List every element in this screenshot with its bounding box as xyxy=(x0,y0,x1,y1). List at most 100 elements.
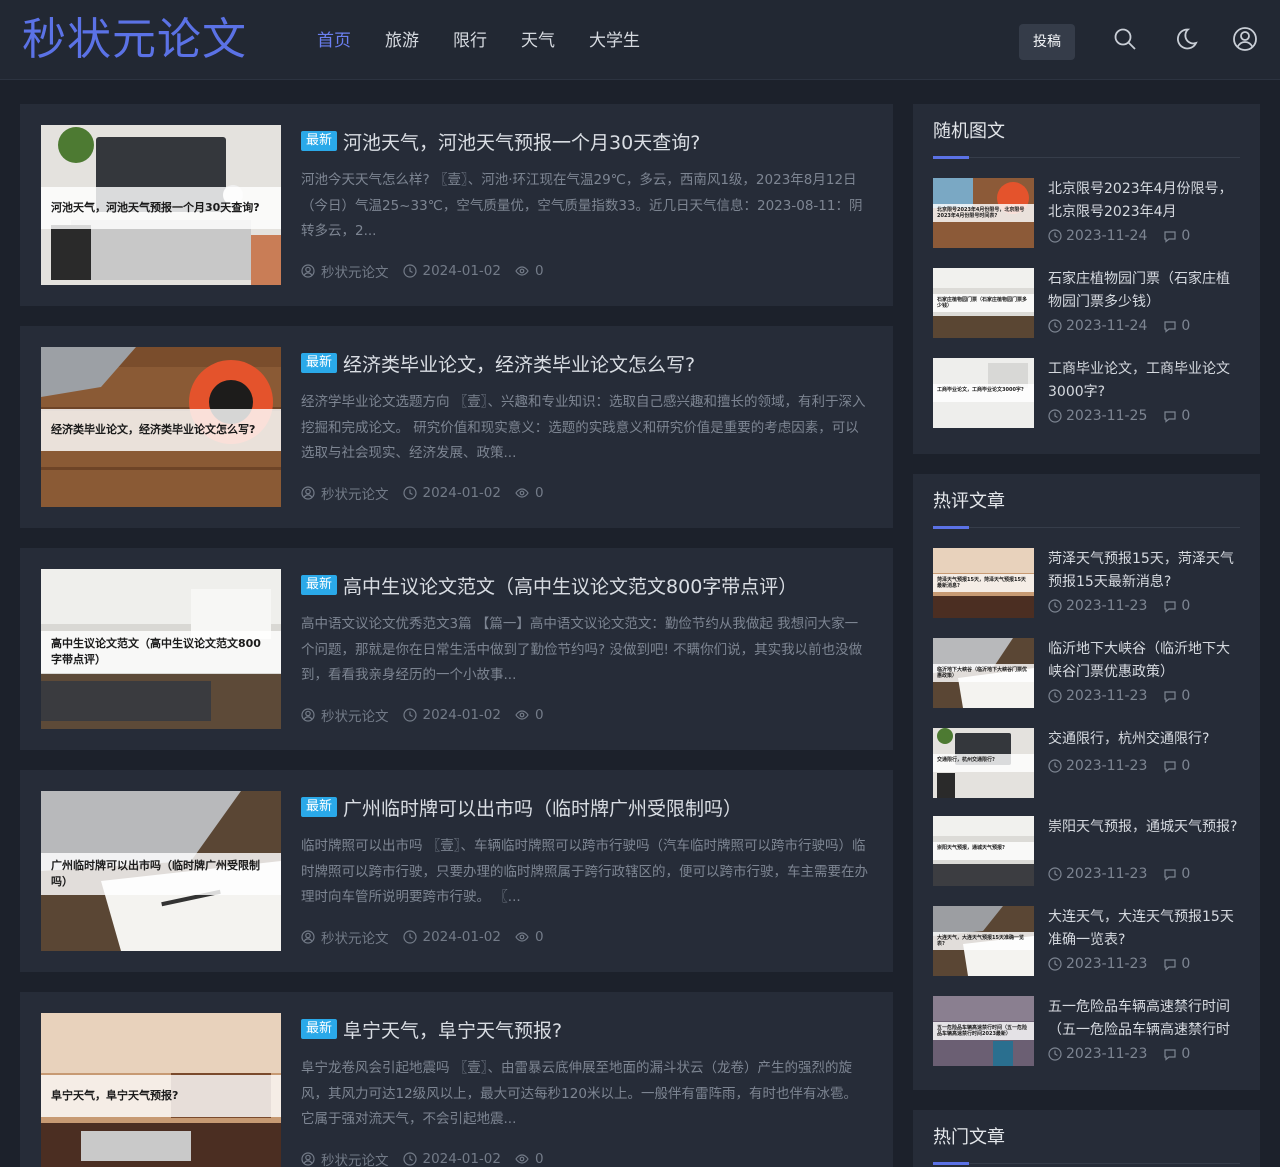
eye-icon xyxy=(515,266,529,276)
article-title[interactable]: 河池天气，河池天气预报一个月30天查询? xyxy=(343,128,700,155)
moon-icon[interactable] xyxy=(1173,26,1199,52)
article-author[interactable]: 秒状元论文 xyxy=(321,483,389,503)
article-thumbnail[interactable]: 高中生议论文范文（高中生议论文范文800字带点评） xyxy=(41,569,281,729)
sidebar-post-comments: 0 xyxy=(1181,758,1191,774)
sidebar-post-item[interactable]: 菏泽天气预报15天，菏泽天气预报15天最新消息? 菏泽天气预报15天，菏泽天气预… xyxy=(933,548,1240,618)
sidebar-post-thumbnail[interactable]: 交通限行，杭州交通限行? xyxy=(933,728,1034,798)
article-author[interactable]: 秒状元论文 xyxy=(321,261,389,281)
sidebar-post-title[interactable]: 菏泽天气预报15天，菏泽天气预报15天最新消息? xyxy=(1048,548,1240,594)
sidebar-post-item[interactable]: 工商毕业论文，工商毕业论文3000字? 工商毕业论文，工商毕业论文3000字? … xyxy=(933,358,1240,428)
sidebar-post-title[interactable]: 大连天气，大连天气预报15天准确一览表? xyxy=(1048,906,1240,952)
sidebar-post-item[interactable]: 石家庄植物园门票（石家庄植物园门票多少钱） 石家庄植物园门票（石家庄植物园门票多… xyxy=(933,268,1240,338)
widget-divider xyxy=(933,156,1240,159)
thumbnail-caption: 阜宁天气，阜宁天气预报? xyxy=(41,1075,281,1117)
clock-icon xyxy=(1048,957,1062,971)
user-icon xyxy=(301,1152,315,1166)
article-author[interactable]: 秒状元论文 xyxy=(321,927,389,947)
eye-icon xyxy=(515,1154,529,1164)
sidebar-post-item[interactable]: 五一危险品车辆高速禁行时间（五一危险品车辆高速禁行时间2023最新） 五一危险品… xyxy=(933,996,1240,1066)
clock-icon xyxy=(1048,759,1062,773)
sidebar-post-comments: 0 xyxy=(1181,228,1191,244)
sidebar-post-title[interactable]: 五一危险品车辆高速禁行时间（五一危险品车辆高速禁行时 xyxy=(1048,996,1240,1042)
sidebar-post-date: 2023-11-23 xyxy=(1066,866,1148,882)
sidebar-post-item[interactable]: 大连天气，大连天气预报15天准确一览表? 大连天气，大连天气预报15天准确一览表… xyxy=(933,906,1240,976)
comment-icon xyxy=(1164,761,1176,773)
nav-item-college[interactable]: 大学生 xyxy=(572,0,657,80)
widget-hot-comments: 热评文章 菏泽天气预报15天，菏泽天气预报15天最新消息? 菏泽天气预报15天，… xyxy=(913,474,1260,1090)
sidebar-post-comments: 0 xyxy=(1181,688,1191,704)
comment-icon xyxy=(1164,869,1176,881)
user-icon xyxy=(301,486,315,500)
article-title[interactable]: 经济类毕业论文，经济类毕业论文怎么写? xyxy=(343,350,695,377)
sidebar-post-title[interactable]: 工商毕业论文，工商毕业论文3000字? xyxy=(1048,358,1240,404)
submit-button[interactable]: 投稿 xyxy=(1019,24,1075,60)
new-badge: 最新 xyxy=(301,1019,338,1039)
nav-item-weather[interactable]: 天气 xyxy=(504,0,572,80)
sidebar-post-thumbnail[interactable]: 菏泽天气预报15天，菏泽天气预报15天最新消息? xyxy=(933,548,1034,618)
user-icon[interactable] xyxy=(1232,26,1258,52)
sidebar-post-item[interactable]: 北京限号2023年4月份限号，北京限号2023年4月份限号时间表? 北京限号20… xyxy=(933,178,1240,248)
site-header: 秒状元论文 首页 旅游 限行 天气 大学生 投稿 xyxy=(0,0,1280,80)
article-card[interactable]: 广州临时牌可以出市吗（临时牌广州受限制吗） 最新 广州临时牌可以出市吗（临时牌广… xyxy=(20,770,893,972)
new-badge: 最新 xyxy=(301,797,338,817)
site-logo[interactable]: 秒状元论文 xyxy=(22,10,247,70)
article-excerpt: 河池今天天气怎么样? 〖壹〗、河池·环江现在气温29℃，多云，西南风1级，202… xyxy=(301,172,863,239)
article-title[interactable]: 阜宁天气，阜宁天气预报? xyxy=(343,1016,562,1043)
article-title[interactable]: 广州临时牌可以出市吗（临时牌广州受限制吗） xyxy=(343,794,742,821)
sidebar-post-item[interactable]: 交通限行，杭州交通限行? 交通限行，杭州交通限行? 2023-11-23 0 xyxy=(933,728,1240,798)
search-icon[interactable] xyxy=(1112,26,1138,52)
sidebar-post-date: 2023-11-23 xyxy=(1066,758,1148,774)
article-thumbnail[interactable]: 广州临时牌可以出市吗（临时牌广州受限制吗） xyxy=(41,791,281,951)
sidebar-post-title[interactable]: 临沂地下大峡谷（临沂地下大峡谷门票优惠政策） xyxy=(1048,638,1240,684)
sidebar-post-comments: 0 xyxy=(1181,866,1191,882)
sidebar-post-thumbnail[interactable]: 崇阳天气预报，通城天气预报? xyxy=(933,816,1034,886)
sidebar-post-title[interactable]: 崇阳天气预报，通城天气预报? xyxy=(1048,816,1240,862)
thumbnail-caption: 广州临时牌可以出市吗（临时牌广州受限制吗） xyxy=(41,853,281,895)
widget-divider xyxy=(933,1162,1240,1165)
sidebar-post-thumbnail[interactable]: 五一危险品车辆高速禁行时间（五一危险品车辆高速禁行时间2023最新） xyxy=(933,996,1034,1066)
sidebar-post-date: 2023-11-25 xyxy=(1066,408,1148,424)
sidebar-post-date: 2023-11-24 xyxy=(1066,318,1148,334)
sidebar-post-item[interactable]: 临沂地下大峡谷（临沂地下大峡谷门票优惠政策） 临沂地下大峡谷（临沂地下大峡谷门票… xyxy=(933,638,1240,708)
eye-icon xyxy=(515,710,529,720)
article-thumbnail[interactable]: 经济类毕业论文，经济类毕业论文怎么写? xyxy=(41,347,281,507)
article-date: 2024-01-02 xyxy=(422,707,501,723)
article-views: 0 xyxy=(534,485,544,501)
sidebar-post-comments: 0 xyxy=(1181,956,1191,972)
article-card[interactable]: 经济类毕业论文，经济类毕业论文怎么写? 最新 经济类毕业论文，经济类毕业论文怎么… xyxy=(20,326,893,528)
article-views: 0 xyxy=(534,263,544,279)
sidebar-post-thumbnail[interactable]: 北京限号2023年4月份限号，北京限号2023年4月份限号时间表? xyxy=(933,178,1034,248)
article-views: 0 xyxy=(534,1151,544,1167)
article-author[interactable]: 秒状元论文 xyxy=(321,705,389,725)
thumbnail-caption: 交通限行，杭州交通限行? xyxy=(933,754,1034,772)
comment-icon xyxy=(1164,691,1176,703)
clock-icon xyxy=(402,708,417,722)
sidebar-post-title[interactable]: 石家庄植物园门票（石家庄植物园门票多少钱） xyxy=(1048,268,1240,314)
sidebar-post-thumbnail[interactable]: 临沂地下大峡谷（临沂地下大峡谷门票优惠政策） xyxy=(933,638,1034,708)
article-meta: 秒状元论文 2024-01-02 0 xyxy=(301,1149,558,1167)
clock-icon xyxy=(402,486,417,500)
article-card[interactable]: 河池天气，河池天气预报一个月30天查询? 最新 河池天气，河池天气预报一个月30… xyxy=(20,104,893,306)
article-excerpt: 经济学毕业论文选题方向 〖壹〗、兴趣和专业知识：选取自己感兴趣和擅长的领域，有利… xyxy=(301,394,866,461)
thumbnail-caption: 北京限号2023年4月份限号，北京限号2023年4月份限号时间表? xyxy=(933,204,1034,222)
eye-icon xyxy=(515,488,529,498)
sidebar-post-thumbnail[interactable]: 石家庄植物园门票（石家庄植物园门票多少钱） xyxy=(933,268,1034,338)
article-title[interactable]: 高中生议论文范文（高中生议论文范文800字带点评） xyxy=(343,572,797,599)
article-thumbnail[interactable]: 阜宁天气，阜宁天气预报? xyxy=(41,1013,281,1167)
article-thumbnail[interactable]: 河池天气，河池天气预报一个月30天查询? xyxy=(41,125,281,285)
article-card[interactable]: 阜宁天气，阜宁天气预报? 最新 阜宁天气，阜宁天气预报? 阜宁龙卷风会引起地震吗… xyxy=(20,992,893,1167)
nav-item-travel[interactable]: 旅游 xyxy=(368,0,436,80)
thumbnail-caption: 菏泽天气预报15天，菏泽天气预报15天最新消息? xyxy=(933,574,1034,592)
article-author[interactable]: 秒状元论文 xyxy=(321,1149,389,1167)
article-card[interactable]: 高中生议论文范文（高中生议论文范文800字带点评） 最新 高中生议论文范文（高中… xyxy=(20,548,893,750)
clock-icon xyxy=(1048,867,1062,881)
sidebar-post-thumbnail[interactable]: 工商毕业论文，工商毕业论文3000字? xyxy=(933,358,1034,428)
comment-icon xyxy=(1164,231,1176,243)
sidebar-post-item[interactable]: 崇阳天气预报，通城天气预报? 崇阳天气预报，通城天气预报? 2023-11-23… xyxy=(933,816,1240,886)
nav-item-restriction[interactable]: 限行 xyxy=(436,0,504,80)
user-icon xyxy=(301,930,315,944)
sidebar-post-title[interactable]: 北京限号2023年4月份限号，北京限号2023年4月 xyxy=(1048,178,1240,224)
nav-item-home[interactable]: 首页 xyxy=(300,0,368,80)
sidebar-post-thumbnail[interactable]: 大连天气，大连天气预报15天准确一览表? xyxy=(933,906,1034,976)
thumbnail-caption: 工商毕业论文，工商毕业论文3000字? xyxy=(933,384,1034,402)
